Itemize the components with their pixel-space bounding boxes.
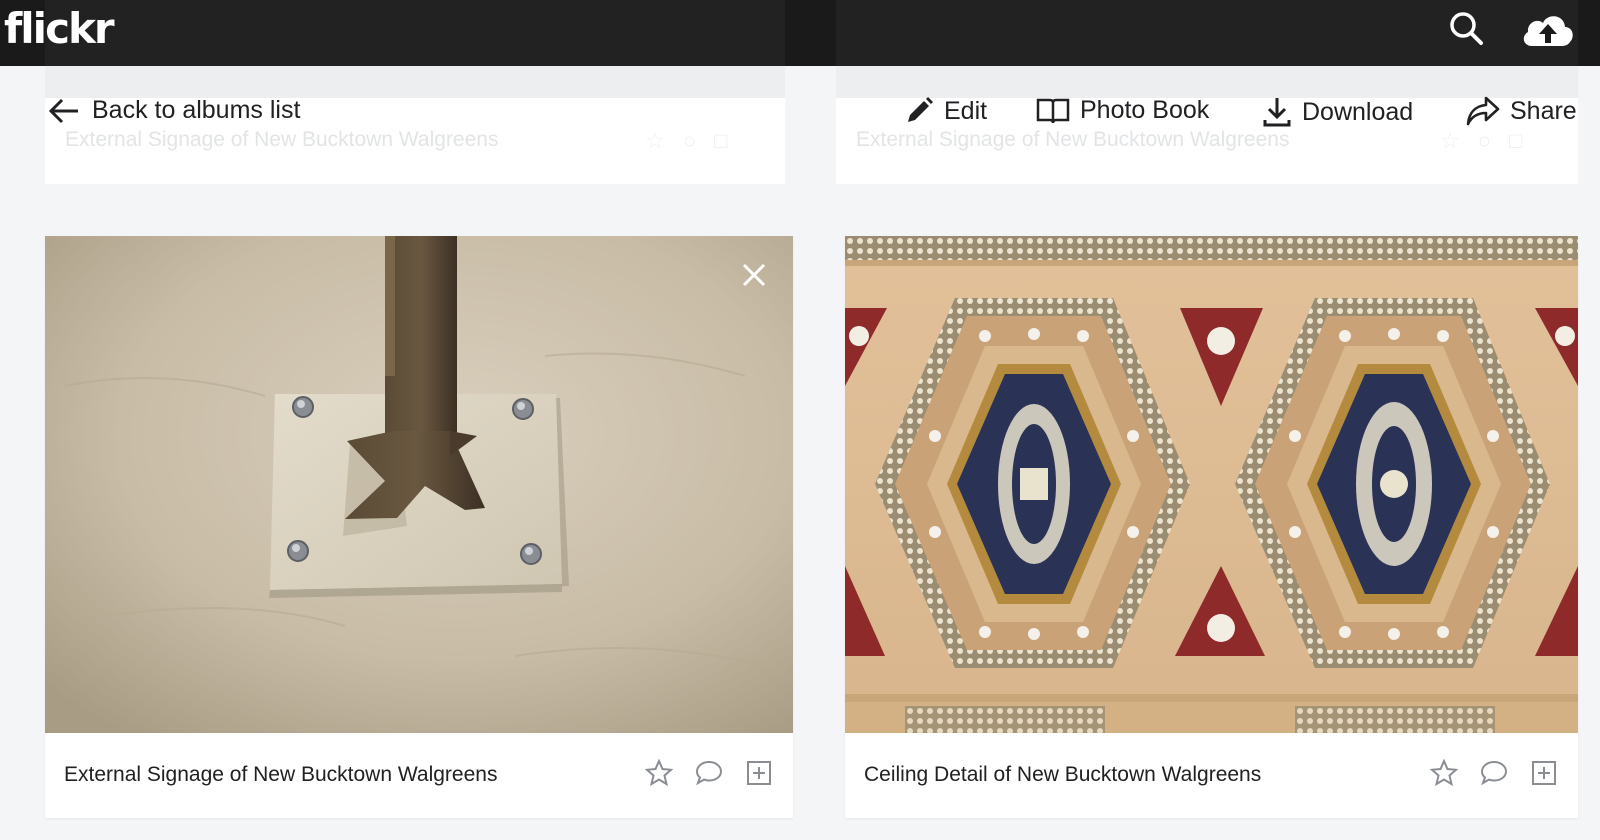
- share-icon: [1466, 96, 1500, 126]
- back-to-albums-link[interactable]: Back to albums list: [48, 96, 300, 125]
- back-label: Back to albums list: [92, 96, 301, 124]
- photo-card[interactable]: External Signage of New Bucktown Walgree…: [45, 236, 793, 818]
- edit-button[interactable]: Edit: [904, 96, 987, 126]
- download-button[interactable]: Download: [1262, 96, 1413, 128]
- star-icon[interactable]: [644, 758, 674, 787]
- photo-title[interactable]: Ceiling Detail of New Bucktown Walgreens: [864, 763, 1261, 787]
- star-icon[interactable]: [1429, 758, 1459, 787]
- flickr-logo[interactable]: flickr: [4, 4, 115, 53]
- comment-icon[interactable]: [1480, 759, 1508, 787]
- pencil-icon: [908, 97, 933, 122]
- upload-cloud-icon[interactable]: [1520, 10, 1576, 55]
- edit-label: Edit: [944, 96, 988, 125]
- share-label: Share: [1510, 96, 1577, 125]
- photo-book-label: Photo Book: [1080, 96, 1210, 124]
- photo-card[interactable]: Ceiling Detail of New Bucktown Walgreens: [845, 236, 1578, 818]
- close-icon[interactable]: [739, 260, 769, 290]
- book-icon: [1036, 98, 1070, 123]
- add-to-gallery-icon[interactable]: [1530, 759, 1558, 787]
- download-label: Download: [1302, 97, 1414, 126]
- top-navigation-bar: flickr: [0, 0, 1600, 66]
- photo-card-footer: External Signage of New Bucktown Walgree…: [45, 733, 793, 818]
- photo-title[interactable]: External Signage of New Bucktown Walgree…: [64, 763, 497, 787]
- comment-icon[interactable]: [695, 759, 723, 787]
- photo-signage-base[interactable]: [45, 236, 793, 733]
- photo-card-actions: [1429, 758, 1558, 787]
- photo-book-button[interactable]: Photo Book: [1036, 96, 1209, 125]
- photo-card-actions: [644, 758, 773, 787]
- album-action-bar: Back to albums list Edit Photo Book Down…: [0, 66, 1600, 166]
- photo-card-footer: Ceiling Detail of New Bucktown Walgreens: [845, 733, 1578, 818]
- download-icon: [1263, 98, 1291, 127]
- share-button[interactable]: Share: [1466, 96, 1577, 126]
- add-to-gallery-icon[interactable]: [745, 759, 773, 787]
- faded-photo-top: [45, 0, 785, 66]
- photo-ceiling-detail[interactable]: [845, 236, 1578, 733]
- arrow-left-icon: [48, 98, 78, 123]
- search-icon[interactable]: [1446, 8, 1486, 53]
